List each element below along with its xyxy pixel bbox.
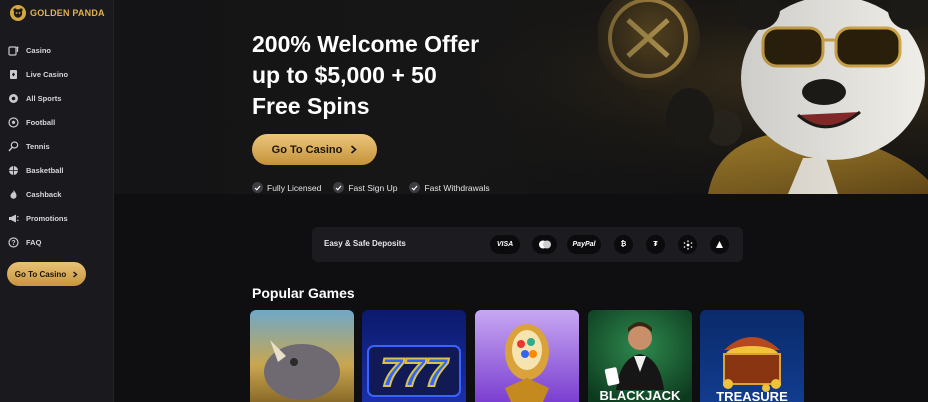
game-label: BLACKJACK [600, 388, 682, 402]
popular-games-title: Popular Games [252, 285, 355, 301]
bitcoin-icon: ₿ [614, 235, 633, 254]
deposits-bar: Easy & Safe Deposits VISA PayPal ₿ ₮ [312, 227, 743, 262]
mastercard-icon [532, 235, 557, 254]
game-card[interactable] [475, 310, 579, 402]
sidebar-nav: Casino Live Casino All Sports Football T… [0, 38, 114, 254]
hero-banner: 200% Welcome Offer up to $5,000 + 50 Fre… [114, 0, 928, 194]
visa-icon: VISA [490, 235, 520, 254]
sevens-icon: 777 [362, 310, 466, 402]
ball-icon [7, 92, 19, 104]
flame-icon [7, 188, 19, 200]
feature-label: Fast Withdrawals [424, 182, 490, 193]
sidebar-item-casino[interactable]: Casino [0, 38, 114, 62]
football-icon [7, 116, 19, 128]
hero-cta-label: Go To Casino [271, 143, 343, 156]
hero-title: 200% Welcome Offer up to $5,000 + 50 Fre… [252, 29, 552, 122]
treasure-chest-icon: TREASURE [700, 310, 804, 402]
game-label: 777 [381, 351, 449, 395]
sidebar-item-label: All Sports [26, 93, 62, 103]
feature-item: Fast Withdrawals [409, 182, 490, 193]
feature-item: Fast Sign Up [333, 182, 397, 193]
brand-name: GOLDEN PANDA [30, 8, 105, 18]
feature-label: Fully Licensed [267, 182, 322, 193]
sidebar-item-label: Promotions [26, 213, 68, 223]
slot-machine-icon [7, 44, 19, 56]
page: GOLDEN PANDA Casino Live Casino All Spor… [0, 0, 928, 402]
check-icon [333, 182, 345, 193]
sidebar-item-live-casino[interactable]: Live Casino [0, 62, 114, 86]
chevron-right-icon [73, 270, 78, 278]
tennis-icon [7, 140, 19, 152]
game-card[interactable]: BLACKJACK [588, 310, 692, 402]
megaphone-icon [7, 212, 19, 224]
game-card[interactable] [250, 310, 354, 402]
game-card[interactable]: 777 [362, 310, 466, 402]
sidebar-item-label: Football [26, 117, 56, 127]
sidebar-item-cashback[interactable]: Cashback [0, 182, 114, 206]
paypal-icon: PayPal [567, 235, 601, 254]
rhino-icon [250, 310, 354, 402]
feature-list: Fully Licensed Fast Sign Up Fast Withdra… [252, 182, 490, 193]
payment-label: PayPal [572, 241, 596, 248]
panda-logo-icon [10, 5, 26, 21]
cards-icon [7, 68, 19, 80]
sidebar-item-label: FAQ [26, 237, 42, 247]
game-label: TREASURE [716, 389, 788, 402]
hero-title-line: up to $5,000 + 50 [252, 62, 437, 88]
payment-label: VISA [496, 241, 514, 248]
sidebar-item-football[interactable]: Football [0, 110, 114, 134]
basketball-icon [7, 164, 19, 176]
hero-title-line: Free Spins [252, 93, 370, 119]
check-icon [409, 182, 421, 193]
question-icon: ? [7, 236, 19, 248]
check-icon [252, 182, 263, 193]
egg-icon [475, 310, 579, 402]
game-card[interactable]: TREASURE [700, 310, 804, 402]
cardano-icon [678, 235, 697, 254]
dealer-icon: BLACKJACK [588, 310, 692, 402]
feature-item: Fully Licensed [252, 182, 321, 193]
hero-go-to-casino-button[interactable]: Go To Casino [252, 134, 377, 165]
chevron-right-icon [351, 145, 358, 154]
sidebar-item-label: Casino [26, 45, 52, 55]
tether-icon: ₮ [646, 235, 665, 254]
sidebar-go-to-casino-button[interactable]: Go To Casino [7, 262, 86, 286]
tron-icon [710, 235, 729, 254]
deposits-label: Easy & Safe Deposits [324, 239, 406, 248]
sidebar-item-all-sports[interactable]: All Sports [0, 86, 114, 110]
sidebar-item-label: Tennis [26, 141, 50, 151]
sidebar-item-label: Cashback [26, 189, 62, 199]
sidebar-item-faq[interactable]: ? FAQ [0, 230, 114, 254]
sidebar-item-basketball[interactable]: Basketball [0, 158, 114, 182]
svg-text:?: ? [11, 240, 15, 247]
sidebar-item-label: Basketball [26, 165, 64, 175]
sidebar-item-promotions[interactable]: Promotions [0, 206, 114, 230]
hero-title-line: 200% Welcome Offer [252, 31, 480, 57]
sidebar-item-tennis[interactable]: Tennis [0, 134, 114, 158]
sidebar: GOLDEN PANDA Casino Live Casino All Spor… [0, 0, 114, 402]
feature-label: Fast Sign Up [348, 182, 398, 193]
sidebar-item-label: Live Casino [26, 69, 69, 79]
sidebar-cta-label: Go To Casino [14, 269, 67, 279]
brand-logo[interactable]: GOLDEN PANDA [10, 5, 105, 21]
